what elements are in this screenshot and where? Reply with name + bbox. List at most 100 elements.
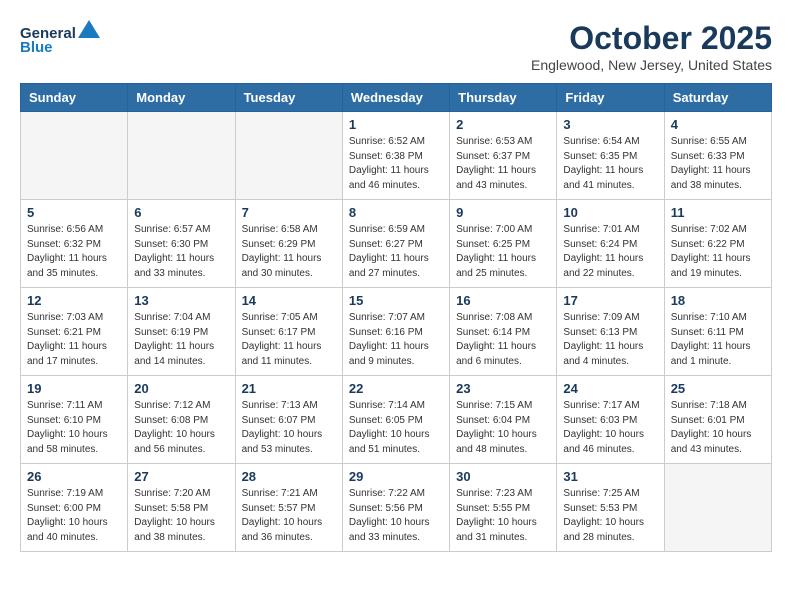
calendar-week-row: 26 Sunrise: 7:19 AM Sunset: 6:00 PM Dayli…	[21, 464, 772, 552]
day-number: 30	[456, 469, 550, 484]
day-of-week-header: Monday	[128, 84, 235, 112]
day-info: Sunrise: 7:04 AM Sunset: 6:19 PM Dayligh…	[134, 311, 228, 369]
day-number: 27	[134, 469, 228, 484]
day-number: 14	[242, 293, 336, 308]
day-info: Sunrise: 7:22 AM Sunset: 5:56 PM Dayligh…	[349, 487, 443, 545]
day-info: Sunrise: 7:19 AM Sunset: 6:00 PM Dayligh…	[27, 487, 121, 545]
day-info: Sunrise: 6:55 AM Sunset: 6:33 PM Dayligh…	[671, 135, 765, 193]
day-number: 28	[242, 469, 336, 484]
day-number: 25	[671, 381, 765, 396]
calendar-day-cell	[21, 112, 128, 200]
day-number: 2	[456, 117, 550, 132]
calendar-week-row: 19 Sunrise: 7:11 AM Sunset: 6:10 PM Dayli…	[21, 376, 772, 464]
day-info: Sunrise: 6:53 AM Sunset: 6:37 PM Dayligh…	[456, 135, 550, 193]
day-info: Sunrise: 6:59 AM Sunset: 6:27 PM Dayligh…	[349, 223, 443, 281]
calendar-day-cell: 16 Sunrise: 7:08 AM Sunset: 6:14 PM Dayli…	[450, 288, 557, 376]
day-info: Sunrise: 7:10 AM Sunset: 6:11 PM Dayligh…	[671, 311, 765, 369]
day-number: 17	[563, 293, 657, 308]
logo-blue: Blue	[20, 39, 100, 57]
day-number: 9	[456, 205, 550, 220]
day-number: 8	[349, 205, 443, 220]
day-info: Sunrise: 7:20 AM Sunset: 5:58 PM Dayligh…	[134, 487, 228, 545]
day-number: 26	[27, 469, 121, 484]
day-info: Sunrise: 7:00 AM Sunset: 6:25 PM Dayligh…	[456, 223, 550, 281]
day-info: Sunrise: 7:15 AM Sunset: 6:04 PM Dayligh…	[456, 399, 550, 457]
calendar-day-cell: 2 Sunrise: 6:53 AM Sunset: 6:37 PM Daylig…	[450, 112, 557, 200]
calendar-day-cell: 21 Sunrise: 7:13 AM Sunset: 6:07 PM Dayli…	[235, 376, 342, 464]
calendar-day-cell: 19 Sunrise: 7:11 AM Sunset: 6:10 PM Dayli…	[21, 376, 128, 464]
calendar-day-cell: 27 Sunrise: 7:20 AM Sunset: 5:58 PM Dayli…	[128, 464, 235, 552]
calendar-day-cell: 14 Sunrise: 7:05 AM Sunset: 6:17 PM Dayli…	[235, 288, 342, 376]
calendar-day-cell: 22Sunrise: 7:14 AM Sunset: 6:05 PM Dayli…	[342, 376, 449, 464]
day-number: 24	[563, 381, 657, 396]
day-info: Sunrise: 7:09 AM Sunset: 6:13 PM Dayligh…	[563, 311, 657, 369]
day-number: 23	[456, 381, 550, 396]
day-number: 1	[349, 117, 443, 132]
day-of-week-header: Tuesday	[235, 84, 342, 112]
calendar-day-cell: 17 Sunrise: 7:09 AM Sunset: 6:13 PM Dayli…	[557, 288, 664, 376]
day-info: Sunrise: 7:23 AM Sunset: 5:55 PM Dayligh…	[456, 487, 550, 545]
day-info: Sunrise: 7:25 AM Sunset: 5:53 PM Dayligh…	[563, 487, 657, 545]
day-info: Sunrise: 7:08 AM Sunset: 6:14 PM Dayligh…	[456, 311, 550, 369]
calendar-day-cell: 23 Sunrise: 7:15 AM Sunset: 6:04 PM Dayli…	[450, 376, 557, 464]
day-number: 22	[349, 381, 443, 396]
calendar-day-cell: 8 Sunrise: 6:59 AM Sunset: 6:27 PM Daylig…	[342, 200, 449, 288]
day-of-week-header: Friday	[557, 84, 664, 112]
calendar-day-cell	[128, 112, 235, 200]
day-info: Sunrise: 6:56 AM Sunset: 6:32 PM Dayligh…	[27, 223, 121, 281]
month-title: October 2025	[531, 20, 772, 57]
day-info: Sunrise: 7:05 AM Sunset: 6:17 PM Dayligh…	[242, 311, 336, 369]
day-number: 19	[27, 381, 121, 396]
day-number: 31	[563, 469, 657, 484]
calendar-day-cell: 30 Sunrise: 7:23 AM Sunset: 5:55 PM Dayli…	[450, 464, 557, 552]
calendar-day-cell: 10Sunrise: 7:01 AM Sunset: 6:24 PM Dayli…	[557, 200, 664, 288]
calendar-day-cell: 3Sunrise: 6:54 AM Sunset: 6:35 PM Daylig…	[557, 112, 664, 200]
calendar-day-cell: 25 Sunrise: 7:18 AM Sunset: 6:01 PM Dayli…	[664, 376, 771, 464]
day-number: 16	[456, 293, 550, 308]
day-number: 12	[27, 293, 121, 308]
calendar-day-cell: 26 Sunrise: 7:19 AM Sunset: 6:00 PM Dayli…	[21, 464, 128, 552]
day-number: 6	[134, 205, 228, 220]
day-number: 13	[134, 293, 228, 308]
day-info: Sunrise: 7:01 AM Sunset: 6:24 PM Dayligh…	[563, 223, 657, 281]
calendar-day-cell: 4Sunrise: 6:55 AM Sunset: 6:33 PM Daylig…	[664, 112, 771, 200]
day-of-week-header: Sunday	[21, 84, 128, 112]
day-info: Sunrise: 7:18 AM Sunset: 6:01 PM Dayligh…	[671, 399, 765, 457]
day-info: Sunrise: 6:58 AM Sunset: 6:29 PM Dayligh…	[242, 223, 336, 281]
calendar-header-row: SundayMondayTuesdayWednesdayThursdayFrid…	[21, 84, 772, 112]
day-number: 11	[671, 205, 765, 220]
day-number: 18	[671, 293, 765, 308]
day-info: Sunrise: 6:57 AM Sunset: 6:30 PM Dayligh…	[134, 223, 228, 281]
day-info: Sunrise: 7:21 AM Sunset: 5:57 PM Dayligh…	[242, 487, 336, 545]
day-number: 7	[242, 205, 336, 220]
calendar-day-cell: 31 Sunrise: 7:25 AM Sunset: 5:53 PM Dayli…	[557, 464, 664, 552]
calendar-day-cell: 6 Sunrise: 6:57 AM Sunset: 6:30 PM Daylig…	[128, 200, 235, 288]
location: Englewood, New Jersey, United States	[531, 57, 772, 73]
day-info: Sunrise: 7:03 AM Sunset: 6:21 PM Dayligh…	[27, 311, 121, 369]
day-info: Sunrise: 6:54 AM Sunset: 6:35 PM Dayligh…	[563, 135, 657, 193]
day-info: Sunrise: 7:11 AM Sunset: 6:10 PM Dayligh…	[27, 399, 121, 457]
day-of-week-header: Thursday	[450, 84, 557, 112]
day-info: Sunrise: 7:13 AM Sunset: 6:07 PM Dayligh…	[242, 399, 336, 457]
day-number: 5	[27, 205, 121, 220]
calendar-week-row: 12 Sunrise: 7:03 AM Sunset: 6:21 PM Dayli…	[21, 288, 772, 376]
day-of-week-header: Saturday	[664, 84, 771, 112]
calendar-day-cell: 11 Sunrise: 7:02 AM Sunset: 6:22 PM Dayli…	[664, 200, 771, 288]
calendar-table: SundayMondayTuesdayWednesdayThursdayFrid…	[20, 83, 772, 552]
day-info: Sunrise: 7:07 AM Sunset: 6:16 PM Dayligh…	[349, 311, 443, 369]
day-number: 29	[349, 469, 443, 484]
title-section: October 2025 Englewood, New Jersey, Unit…	[531, 20, 772, 73]
calendar-day-cell	[235, 112, 342, 200]
calendar-day-cell: 15Sunrise: 7:07 AM Sunset: 6:16 PM Dayli…	[342, 288, 449, 376]
calendar-day-cell: 18 Sunrise: 7:10 AM Sunset: 6:11 PM Dayli…	[664, 288, 771, 376]
calendar-day-cell: 20Sunrise: 7:12 AM Sunset: 6:08 PM Dayli…	[128, 376, 235, 464]
calendar-day-cell: 9 Sunrise: 7:00 AM Sunset: 6:25 PM Daylig…	[450, 200, 557, 288]
day-number: 21	[242, 381, 336, 396]
calendar-day-cell	[664, 464, 771, 552]
day-info: Sunrise: 7:02 AM Sunset: 6:22 PM Dayligh…	[671, 223, 765, 281]
calendar-day-cell: 28 Sunrise: 7:21 AM Sunset: 5:57 PM Dayli…	[235, 464, 342, 552]
calendar-day-cell: 1Sunrise: 6:52 AM Sunset: 6:38 PM Daylig…	[342, 112, 449, 200]
day-info: Sunrise: 7:12 AM Sunset: 6:08 PM Dayligh…	[134, 399, 228, 457]
logo: General Blue	[20, 20, 100, 57]
calendar-day-cell: 7 Sunrise: 6:58 AM Sunset: 6:29 PM Daylig…	[235, 200, 342, 288]
